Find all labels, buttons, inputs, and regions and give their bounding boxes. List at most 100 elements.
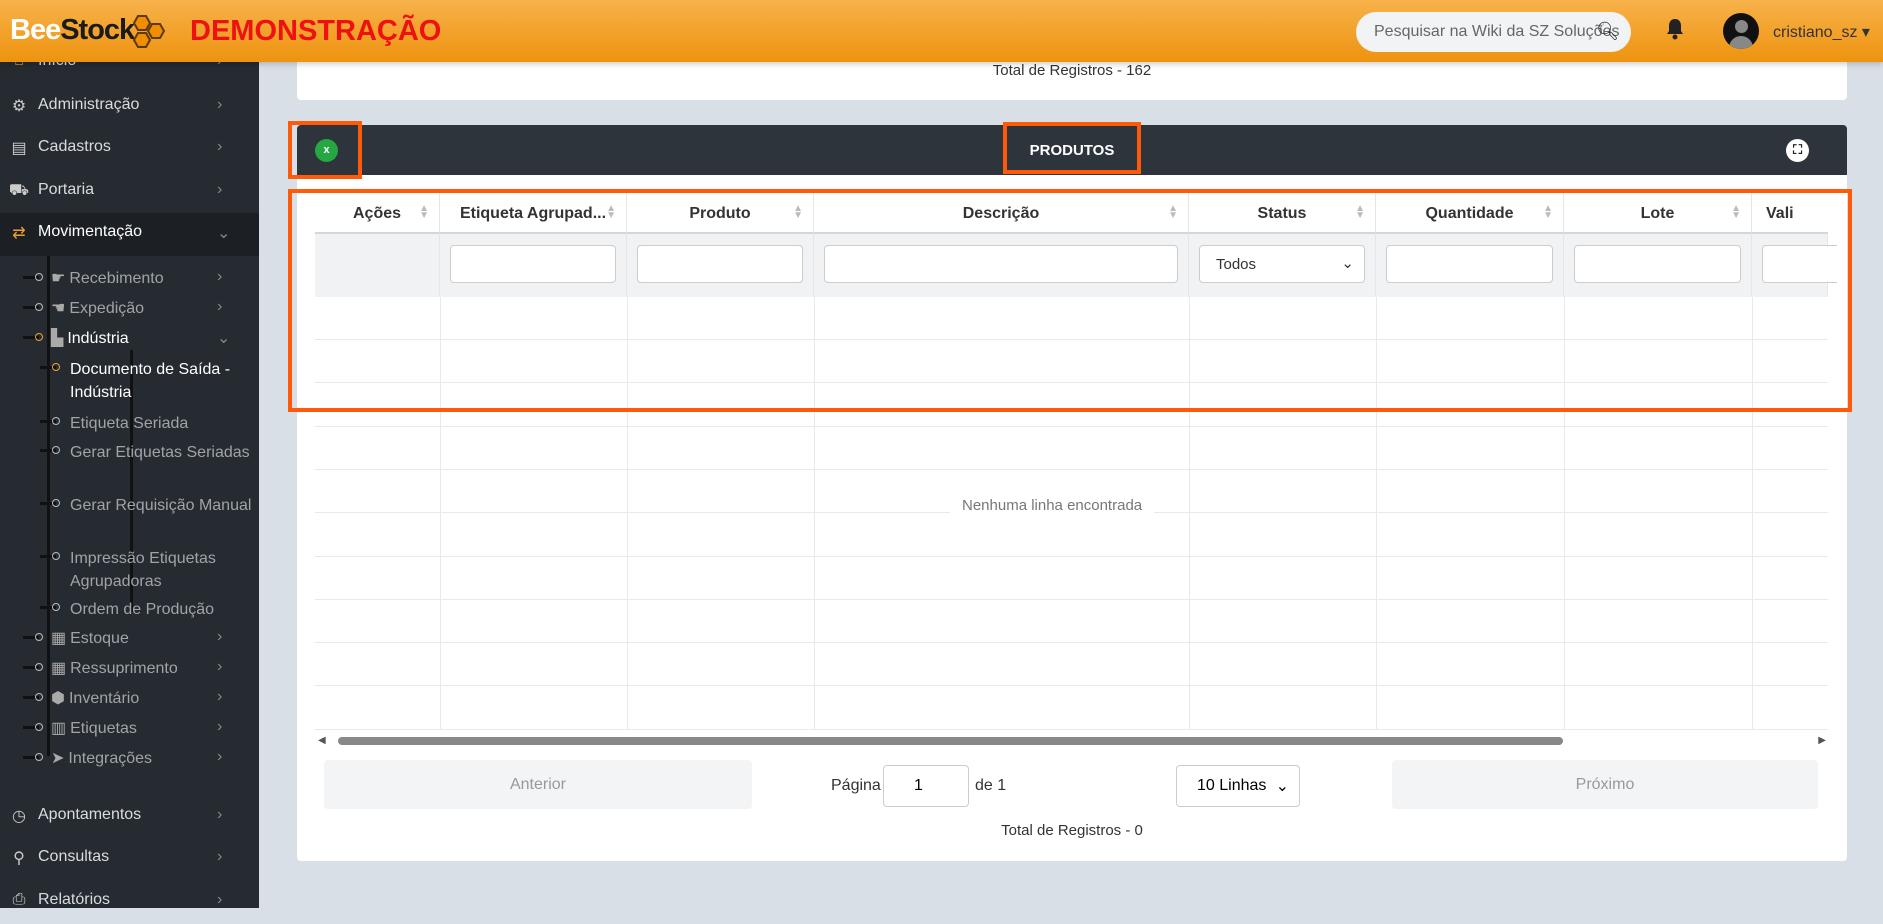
sidebar-icon-2: ▤ [11, 140, 27, 157]
total-records: Total de Registros - 0 [1001, 822, 1143, 839]
sidebar-item-2[interactable]: ▤ Cadastros › [0, 128, 259, 171]
sidebar-more-0-label: Estoque [70, 630, 129, 647]
sidebar-item-4[interactable]: ⇄ Movimentação ⌄ [0, 213, 259, 256]
table-row [315, 600, 1828, 644]
page-label: Página [831, 777, 881, 794]
table-row [315, 514, 1828, 557]
sidebar-more-4-icon: ➤ [51, 750, 65, 767]
sidebar-more-0[interactable]: ▦ Estoque › [51, 628, 259, 648]
user-menu[interactable]: cristiano_sz ▾ [1773, 22, 1870, 42]
sidebar-industria-2-label: Gerar Etiquetas Seriadas [70, 444, 250, 461]
page-input[interactable]: 1 [883, 765, 969, 807]
sidebar-industria-1[interactable]: Etiqueta Seriada [70, 412, 260, 435]
next-button[interactable]: Próximo [1392, 760, 1818, 809]
chevron-right-icon: › [217, 181, 223, 198]
bullet-icon [35, 693, 43, 701]
sidebar-sub-0-icon: ☛ [51, 270, 66, 287]
chevron-right-icon: › [217, 96, 223, 113]
bullet-icon [35, 633, 43, 641]
sidebar-bottom-1[interactable]: ⚲ Consultas › [0, 838, 259, 881]
bullet-icon [52, 446, 60, 454]
chevron-right-icon: › [217, 298, 223, 315]
table-row [315, 427, 1828, 470]
page-count: de 1 [975, 777, 1007, 794]
sidebar-industria-0-label: Documento de Saída - Indústria [70, 361, 231, 401]
sidebar-industria-4[interactable]: Impressão Etiquetas Agrupadoras [70, 547, 260, 593]
sidebar-industria-3[interactable]: Gerar Requisição Manual [70, 494, 260, 517]
sidebar-more-3[interactable]: ▥ Etiquetas › [51, 718, 259, 738]
sidebar-more-2[interactable]: ⬢ Inventário › [51, 688, 259, 708]
highlight-title [1003, 122, 1141, 174]
chevron-right-icon: › [217, 138, 223, 155]
empty-message: Nenhuma linha encontrada [950, 495, 1155, 516]
chevron-right-icon: › [217, 658, 223, 675]
sidebar-industria-1-label: Etiqueta Seriada [70, 415, 189, 432]
sidebar-item-label: Consultas [38, 848, 110, 865]
bell-icon[interactable] [1665, 18, 1685, 40]
bullet-icon [35, 753, 43, 761]
sidebar-industria-4-label: Impressão Etiquetas Agrupadoras [70, 550, 216, 590]
wiki-search-input[interactable]: Pesquisar na Wiki da SZ Soluções 🔍︎ [1356, 12, 1631, 52]
sidebar-item-label: Portaria [38, 181, 95, 198]
sidebar-more-2-label: Inventário [68, 690, 140, 707]
tree-line [47, 256, 50, 756]
fullscreen-icon[interactable]: ⛶ [1786, 139, 1809, 162]
horizontal-scrollbar[interactable]: ◀ ▶ [316, 735, 1828, 747]
search-icon[interactable]: 🔍︎ [1596, 21, 1619, 42]
sidebar-more-0-icon: ▦ [51, 630, 67, 647]
avatar[interactable] [1723, 13, 1759, 49]
bullet-icon [52, 417, 60, 425]
sidebar-sub-1-icon: ☚ [51, 300, 66, 317]
sidebar-item-1[interactable]: ⚙ Administração › [0, 86, 259, 129]
sidebar-industria-5-label: Ordem de Produção [70, 601, 215, 618]
logo[interactable]: BeeStock [10, 14, 135, 47]
sidebar-bottom-2[interactable]: ⎙ Relatórios › [0, 881, 259, 924]
sidebar-bottom-0[interactable]: ◷ Apontamentos › [0, 796, 259, 839]
sidebar-more-1-icon: ▦ [51, 660, 67, 677]
sidebar-more-4[interactable]: ➤ Integrações › [51, 748, 259, 768]
sidebar-item-label: Apontamentos [38, 806, 142, 823]
sidebar-sub-2-icon: ▙ [51, 330, 64, 347]
sidebar-icon-1: ⚙ [11, 98, 27, 115]
chevron-right-icon: › [217, 848, 223, 865]
highlight-table [288, 189, 1852, 412]
sidebar-sub-0-label: Recebimento [69, 270, 164, 287]
chevron-right-icon: › [217, 806, 223, 823]
total-records-top: Total de Registros - 162 [992, 62, 1152, 79]
bullet-icon [35, 723, 43, 731]
previous-button[interactable]: Anterior [324, 760, 752, 809]
sidebar-sub-1[interactable]: ☚ Expedição › [51, 298, 259, 318]
bullet-icon [52, 603, 60, 611]
sidebar-item-label: Cadastros [38, 138, 111, 155]
sidebar-industria-0[interactable]: Documento de Saída - Indústria [70, 358, 260, 404]
sidebar-bottom-icon-0: ◷ [12, 808, 26, 825]
sidebar-more-1[interactable]: ▦ Ressuprimento › [51, 658, 259, 678]
chevron-right-icon: › [217, 628, 223, 645]
bullet-icon [35, 663, 43, 671]
sidebar-more-2-icon: ⬢ [51, 690, 65, 707]
highlight-excel [288, 121, 362, 179]
honeycomb-logo-icon [132, 15, 166, 48]
sidebar-item-label: Relatórios [38, 891, 111, 908]
sidebar-item-label: Administração [38, 96, 140, 113]
sidebar-sub-2[interactable]: ▙ Indústria ⌄ [51, 328, 259, 348]
chevron-right-icon: › [217, 891, 223, 908]
table-row [315, 643, 1828, 687]
sidebar-bottom-icon-1: ⚲ [13, 850, 25, 867]
rows-per-page-select[interactable]: 10 Linhas ⌄ [1176, 765, 1300, 807]
table-row [315, 687, 1828, 730]
top-header: BeeStock DEMONSTRAÇÃO Pesquisar na Wiki … [0, 0, 1883, 62]
demo-label: DEMONSTRAÇÃO [190, 15, 442, 47]
bullet-icon [52, 499, 60, 507]
sidebar-item-3[interactable]: ⛟ Portaria › [0, 171, 259, 214]
sidebar-icon-3: ⛟ [8, 182, 30, 199]
sidebar-more-3-icon: ▥ [51, 720, 67, 737]
sidebar-more-4-label: Integrações [68, 750, 153, 767]
bullet-icon [35, 273, 43, 281]
sidebar-industria-2[interactable]: Gerar Etiquetas Seriadas [70, 441, 260, 464]
sidebar-item-label: Movimentação [38, 223, 143, 240]
sidebar-sub-0[interactable]: ☛ Recebimento › [51, 268, 259, 288]
chevron-right-icon: › [217, 688, 223, 705]
chevron-right-icon: › [217, 748, 223, 765]
sidebar-industria-5[interactable]: Ordem de Produção [70, 598, 260, 621]
